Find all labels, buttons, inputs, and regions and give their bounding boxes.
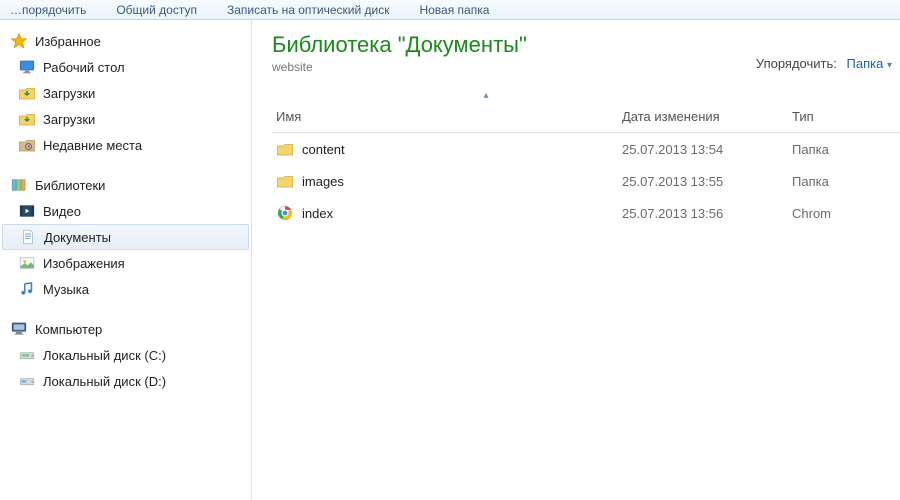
arrange-link[interactable]: Папка ▾ (847, 56, 892, 71)
file-type: Папка (792, 174, 900, 189)
sidebar-item-drive-d[interactable]: Локальный диск (D:) (0, 368, 251, 394)
sidebar-item-video[interactable]: Видео (0, 198, 251, 224)
documents-icon (19, 228, 37, 246)
table-header: Имя Дата изменения Тип (272, 103, 900, 133)
sidebar-item-documents[interactable]: Документы (2, 224, 249, 250)
sidebar-item-label: Локальный диск (C:) (43, 348, 166, 363)
sidebar-item-drive-c[interactable]: Локальный диск (C:) (0, 342, 251, 368)
folder-icon (276, 172, 294, 190)
column-header-name[interactable]: Имя (272, 109, 622, 124)
nav-group-computer: Компьютер Локальный диск (C:) Локальный … (0, 316, 251, 394)
file-name: content (302, 142, 345, 157)
sidebar-item-computer[interactable]: Компьютер (0, 316, 251, 342)
sidebar-item-label: Локальный диск (D:) (43, 374, 166, 389)
file-type: Chrom (792, 206, 900, 221)
sidebar-item-label: Компьютер (35, 322, 102, 337)
sidebar-item-recent[interactable]: Недавние места (0, 132, 251, 158)
nav-group-favorites: Избранное Рабочий стол Загрузки Загрузки (0, 28, 251, 158)
table-row[interactable]: content 25.07.2013 13:54 Папка (272, 133, 900, 165)
sidebar-item-label: Видео (43, 204, 81, 219)
downloads-icon (18, 84, 36, 102)
sidebar-item-label: Документы (44, 230, 111, 245)
toolbar: …порядочить Общий доступ Записать на опт… (0, 0, 900, 20)
table-row[interactable]: index 25.07.2013 13:56 Chrom (272, 197, 900, 229)
sidebar-item-label: Рабочий стол (43, 60, 125, 75)
star-icon (10, 32, 28, 50)
toolbar-item[interactable]: Общий доступ (116, 3, 197, 17)
video-icon (18, 202, 36, 220)
sidebar-item-label: Библиотеки (35, 178, 105, 193)
chevron-down-icon: ▾ (887, 60, 892, 71)
nav-group-libraries: Библиотеки Видео Документы Изображения (0, 172, 251, 302)
sidebar-item-label: Избранное (35, 34, 101, 49)
file-table: Имя Дата изменения Тип content 25.07.201… (272, 103, 900, 229)
sidebar-item-label: Недавние места (43, 138, 142, 153)
file-date: 25.07.2013 13:56 (622, 206, 792, 221)
sidebar-item-images[interactable]: Изображения (0, 250, 251, 276)
main-content: Библиотека "Документы" website Упорядочи… (252, 20, 900, 500)
sidebar-item-label: Музыка (43, 282, 89, 297)
computer-icon (10, 320, 28, 338)
sidebar-item-label: Загрузки (43, 112, 95, 127)
sidebar-item-favorites[interactable]: Избранное (0, 28, 251, 54)
music-icon (18, 280, 36, 298)
sidebar-item-label: Изображения (43, 256, 125, 271)
folder-icon (276, 140, 294, 158)
sidebar-item-label: Загрузки (43, 86, 95, 101)
arrange-by: Упорядочить: Папка ▾ (756, 56, 892, 71)
recent-icon (18, 136, 36, 154)
images-icon (18, 254, 36, 272)
column-header-date[interactable]: Дата изменения (622, 109, 792, 124)
toolbar-item[interactable]: …порядочить (10, 3, 86, 17)
downloads-icon (18, 110, 36, 128)
drive-icon (18, 372, 36, 390)
library-title: Библиотека "Документы" (272, 32, 900, 58)
sidebar-item-downloads[interactable]: Загрузки (0, 106, 251, 132)
sidebar-item-libraries[interactable]: Библиотеки (0, 172, 251, 198)
toolbar-item[interactable]: Новая папка (419, 3, 489, 17)
sidebar-item-music[interactable]: Музыка (0, 276, 251, 302)
file-name: index (302, 206, 333, 221)
file-type: Папка (792, 142, 900, 157)
sidebar-item-downloads[interactable]: Загрузки (0, 80, 251, 106)
chrome-icon (276, 204, 294, 222)
file-date: 25.07.2013 13:54 (622, 142, 792, 157)
sidebar: Избранное Рабочий стол Загрузки Загрузки (0, 20, 252, 500)
file-date: 25.07.2013 13:55 (622, 174, 792, 189)
desktop-icon (18, 58, 36, 76)
file-name: images (302, 174, 344, 189)
column-header-type[interactable]: Тип (792, 109, 900, 124)
toolbar-item[interactable]: Записать на оптический диск (227, 3, 390, 17)
drive-icon (18, 346, 36, 364)
arrange-label: Упорядочить: (756, 56, 837, 71)
libraries-icon (10, 176, 28, 194)
sidebar-item-desktop[interactable]: Рабочий стол (0, 54, 251, 80)
sort-indicator-icon: ▴ (272, 90, 900, 101)
table-row[interactable]: images 25.07.2013 13:55 Папка (272, 165, 900, 197)
